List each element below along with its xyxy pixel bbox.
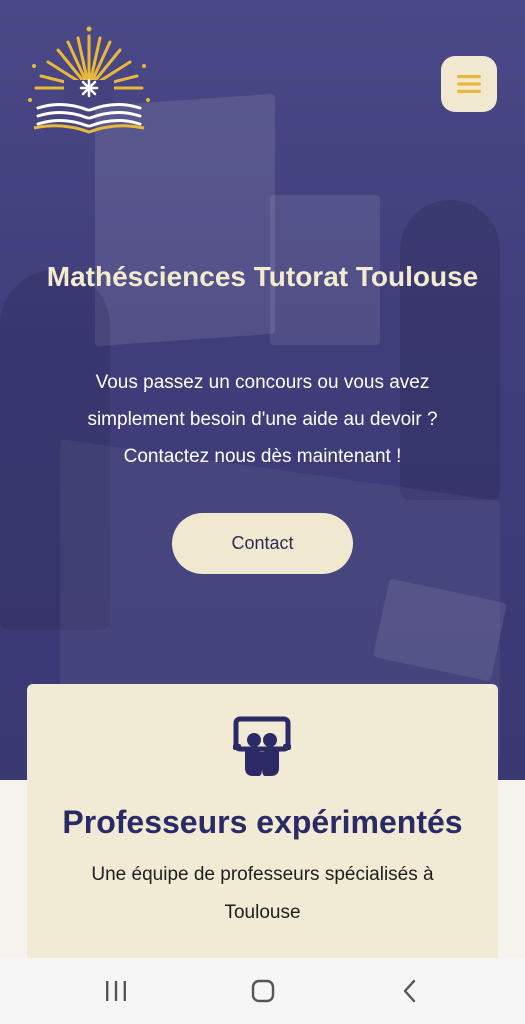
hero-section: Mathésciences Tutorat Toulouse Vous pass… (0, 0, 525, 780)
hero-text-line: Contactez nous dès maintenant ! (123, 446, 402, 467)
hero-text-line: simplement besoin d'une aide au devoir ? (87, 409, 438, 430)
contact-button[interactable]: Contact (172, 513, 353, 574)
feature-text-line: Une équipe de professeurs spécialisés à (91, 864, 434, 885)
feature-title: Professeurs expérimentés (62, 804, 463, 840)
hero-description: Vous passez un concours ou vous avez sim… (40, 364, 485, 475)
site-logo[interactable] (26, 26, 152, 136)
feature-card: Professeurs expérimentés Une équipe de p… (27, 684, 498, 984)
menu-button[interactable] (441, 56, 497, 112)
hamburger-menu-icon (457, 75, 481, 93)
back-button[interactable] (370, 958, 450, 1024)
sunburst-open-book-icon (28, 26, 150, 134)
feature-text-line: Toulouse (224, 902, 301, 923)
home-icon (251, 979, 275, 1003)
home-button[interactable] (223, 958, 303, 1024)
teacher-presentation-icon (233, 716, 291, 776)
feature-description: Une équipe de professeurs spécialisés à … (47, 856, 478, 932)
recent-apps-icon (106, 981, 126, 1001)
hero-text-line: Vous passez un concours ou vous avez (95, 372, 430, 393)
back-icon (403, 979, 416, 1003)
system-navigation-bar (0, 958, 525, 1024)
hero-title: Mathésciences Tutorat Toulouse (46, 261, 479, 292)
recent-apps-button[interactable] (76, 958, 156, 1024)
